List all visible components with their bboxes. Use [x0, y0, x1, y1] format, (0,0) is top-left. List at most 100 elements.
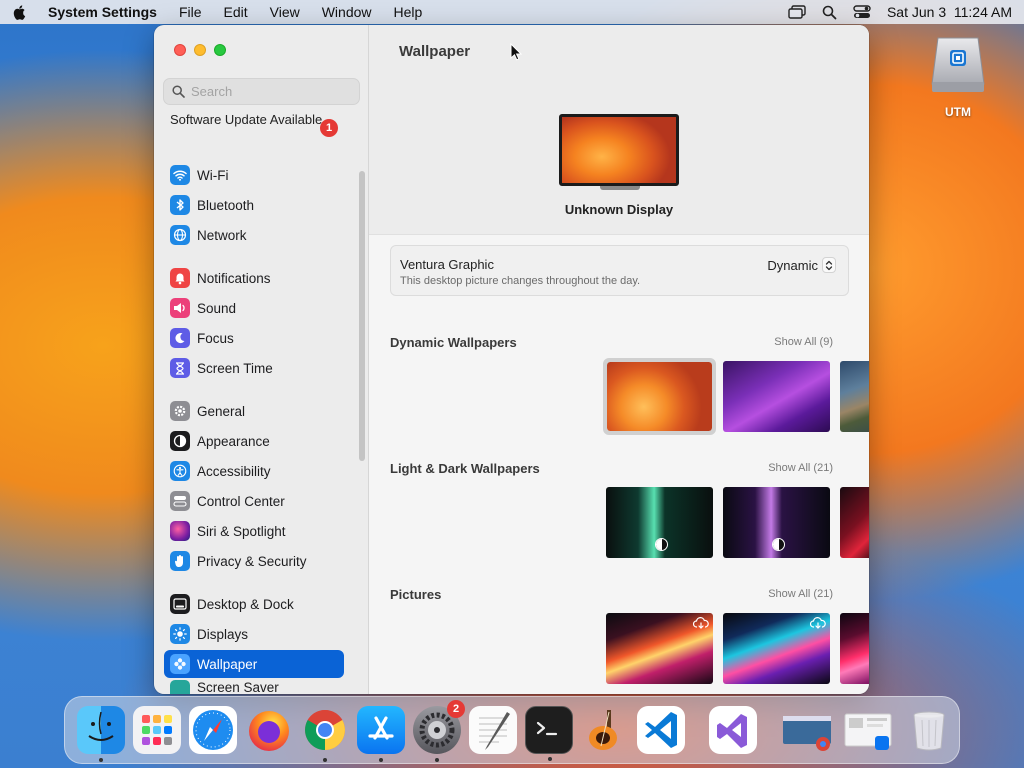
dock-minimized-chrome-window[interactable] [781, 706, 835, 754]
display-name: Unknown Display [564, 202, 674, 217]
sidebar-item-privacy-security[interactable]: Privacy & Security [164, 547, 344, 575]
light-dark-icon [772, 538, 785, 551]
wallpaper-thumb-red-wave[interactable] [840, 487, 869, 558]
app-store-window-thumbnail-icon [844, 713, 892, 750]
desktop-icon-utm[interactable]: UTM [926, 34, 990, 119]
sidebar-item-accessibility[interactable]: Accessibility [164, 457, 344, 485]
menu-edit[interactable]: Edit [224, 4, 248, 20]
dock-app-store[interactable] [357, 706, 405, 762]
wallpaper-thumb-picture-1[interactable] [606, 613, 713, 684]
download-icon[interactable] [693, 617, 709, 629]
moon-icon [170, 328, 190, 348]
wallpaper-thumb-monterey[interactable] [723, 361, 830, 432]
menu-file[interactable]: File [179, 4, 202, 20]
dock-garageband[interactable] [581, 706, 629, 754]
textedit-icon [479, 712, 510, 750]
utm-disk-icon [931, 37, 985, 92]
dock-trash[interactable] [905, 706, 953, 754]
current-wallpaper-name: Ventura Graphic [400, 257, 494, 272]
sun-icon [170, 624, 190, 644]
running-indicator [435, 758, 439, 762]
wallpaper-thumb-catalina[interactable] [840, 361, 869, 432]
wallpaper-thumb-ventura[interactable] [604, 359, 715, 434]
system-settings-window: Software Update Available 1 Wi-Fi Blueto… [154, 25, 869, 694]
show-all-light-dark-button[interactable]: Show All (21) [768, 462, 833, 474]
dock-firefox[interactable] [245, 706, 293, 754]
sidebar-item-sound[interactable]: Sound [164, 294, 344, 322]
menu-help[interactable]: Help [394, 4, 423, 20]
wallpaper-thumb-purple-lines[interactable] [723, 487, 830, 558]
apple-logo-icon[interactable] [12, 4, 28, 20]
menu-app-name[interactable]: System Settings [48, 4, 157, 20]
zoom-window-button[interactable] [214, 44, 226, 56]
garageband-icon [589, 710, 617, 750]
sidebar-item-screen-time[interactable]: Screen Time [164, 354, 344, 382]
bluetooth-icon [170, 195, 190, 215]
sidebar-item-desktop-dock[interactable]: Desktop & Dock [164, 590, 344, 618]
dock-safari[interactable] [189, 706, 237, 754]
show-all-dynamic-button[interactable]: Show All (9) [774, 336, 833, 348]
sidebar-item-wallpaper[interactable]: Wallpaper [164, 650, 344, 678]
sidebar-item-siri-spotlight[interactable]: Siri & Spotlight [164, 517, 344, 545]
menu-view[interactable]: View [270, 4, 300, 20]
show-all-pictures-button[interactable]: Show All (21) [768, 588, 833, 600]
minimize-window-button[interactable] [194, 44, 206, 56]
switches-icon [170, 491, 190, 511]
dock-launchpad[interactable] [133, 706, 181, 754]
menu-window[interactable]: Window [322, 4, 372, 20]
sidebar-item-displays[interactable]: Displays [164, 620, 344, 648]
search-input[interactable] [191, 84, 351, 99]
dock-textedit[interactable] [469, 706, 517, 754]
sidebar-item-focus[interactable]: Focus [164, 324, 344, 352]
dock-chrome[interactable] [301, 706, 349, 762]
search-field[interactable] [163, 78, 360, 105]
screen-mirroring-icon[interactable] [788, 5, 806, 19]
dock-minimized-app-store-window[interactable] [843, 706, 897, 754]
sidebar-item-label: Notifications [197, 270, 271, 286]
running-indicator [99, 758, 103, 762]
hourglass-icon [170, 358, 190, 378]
sidebar-item-label: Appearance [197, 433, 270, 449]
dock-system-settings[interactable]: 2 [413, 700, 465, 762]
sidebar-item-bluetooth[interactable]: Bluetooth [164, 191, 344, 219]
spotlight-search-icon[interactable] [822, 5, 837, 20]
wallpaper-mode-select[interactable]: Dynamic [767, 257, 836, 273]
dock-vscode[interactable] [637, 706, 685, 754]
sidebar-item-network[interactable]: Network [164, 221, 344, 249]
sidebar-item-label: Screen Time [197, 360, 273, 376]
control-center-icon[interactable] [853, 5, 871, 19]
dock-visual-studio[interactable] [709, 706, 757, 754]
sidebar-item-label: Desktop & Dock [197, 596, 294, 612]
running-indicator [548, 757, 552, 761]
bell-icon [170, 268, 190, 288]
sidebar-scrollbar[interactable] [359, 171, 365, 461]
software-update-row[interactable]: Software Update Available [170, 112, 345, 128]
wallpaper-thumb-picture-3[interactable] [840, 613, 869, 684]
sidebar-item-control-center[interactable]: Control Center [164, 487, 344, 515]
safari-icon [193, 710, 233, 750]
wallpaper-thumb-picture-2[interactable] [723, 613, 830, 684]
sidebar-item-label: Control Center [197, 493, 285, 509]
chrome-window-thumbnail-icon [783, 716, 831, 751]
chevron-updown-icon [822, 257, 836, 273]
sidebar-item-general[interactable]: General [164, 397, 344, 425]
wallpaper-thumb-green-lines[interactable] [606, 487, 713, 558]
chrome-icon [305, 710, 345, 750]
sidebar-item-wifi[interactable]: Wi-Fi [164, 161, 344, 189]
sidebar-item-label: Accessibility [197, 463, 271, 479]
sidebar-item-label: Network [197, 227, 247, 243]
sidebar-item-screen-saver[interactable]: Screen Saver [164, 680, 344, 694]
globe-icon [170, 225, 190, 245]
mouse-cursor-icon [510, 43, 522, 61]
search-icon [172, 85, 185, 98]
sidebar-item-label: Screen Saver [197, 680, 279, 694]
download-icon[interactable] [810, 617, 826, 629]
sidebar-item-label: Sound [197, 300, 237, 316]
flower-icon [170, 654, 190, 674]
sidebar-item-notifications[interactable]: Notifications [164, 264, 344, 292]
menu-clock[interactable]: Sat Jun 3 11:24 AM [887, 4, 1012, 20]
dock-terminal[interactable] [525, 706, 573, 761]
sidebar-item-appearance[interactable]: Appearance [164, 427, 344, 455]
dock-finder[interactable] [77, 706, 125, 762]
close-window-button[interactable] [174, 44, 186, 56]
